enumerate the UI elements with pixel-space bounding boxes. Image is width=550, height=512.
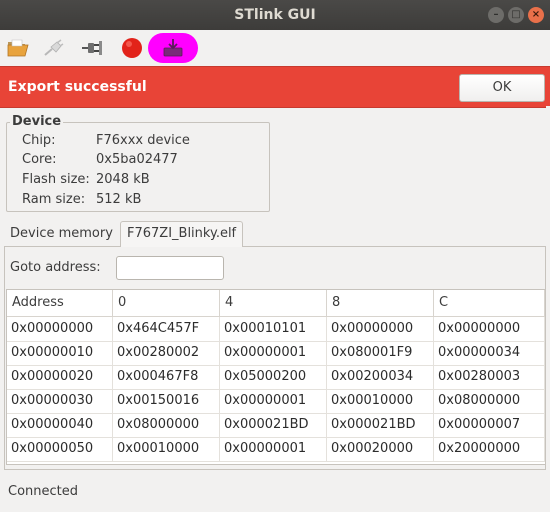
table-cell[interactable]: 0x00000010 [7,341,113,365]
table-cell[interactable]: 0x00010000 [113,437,220,461]
table-cell[interactable]: 0x00000001 [220,389,327,413]
table-row[interactable]: 0x00000010 0x00280002 0x00000001 0x08000… [7,341,545,366]
toolbar [0,30,550,66]
table-cell[interactable]: 0x000467F8 [113,365,220,389]
table-cell[interactable]: 0x05000200 [220,365,327,389]
table-cell[interactable]: 0x080001F9 [327,341,434,365]
window-edge [546,106,550,512]
device-field-label: Ram size: [22,192,86,207]
column-header-4[interactable]: 4 [220,290,327,316]
goto-address-label: Goto address: [10,260,101,275]
table-cell[interactable]: 0x00000001 [220,341,327,365]
disconnect-button[interactable] [40,34,68,62]
table-cell[interactable]: 0x20000000 [434,437,545,461]
table-row[interactable]: 0x00000020 0x000467F8 0x05000200 0x00200… [7,365,545,390]
table-cell[interactable]: 0x00000000 [7,317,113,341]
table-cell[interactable]: 0x00010000 [327,389,434,413]
table-cell[interactable]: 0x00000001 [220,437,327,461]
info-bar: Export successful OK [0,66,550,108]
device-field-label: Flash size: [22,172,90,187]
app-window: STlink GUI – □ × Export successful OK De… [0,0,550,512]
ok-button[interactable]: OK [459,74,545,102]
table-cell[interactable]: 0x464C457F [113,317,220,341]
device-field-value: F76xxx device [96,133,190,148]
stop-button[interactable] [118,34,146,62]
info-message: Export successful [8,79,147,95]
table-cell[interactable]: 0x08000000 [434,389,545,413]
connect-plug-icon [82,41,102,55]
table-cell[interactable]: 0x00200034 [327,365,434,389]
table-row[interactable]: 0x00000030 0x00150016 0x00000001 0x00010… [7,389,545,414]
device-field-label: Core: [22,152,57,167]
window-title: STlink GUI [234,7,316,23]
table-cell[interactable]: 0x00000007 [434,413,545,437]
minimize-button[interactable]: – [488,7,504,23]
device-group-title: Device [10,114,64,129]
device-field-label: Chip: [22,133,56,148]
tab-elf-file[interactable]: F767ZI_Blinky.elf [120,221,244,247]
table-cell[interactable]: 0x08000000 [113,413,220,437]
close-button[interactable]: × [528,7,544,23]
table-cell[interactable]: 0x00000040 [7,413,113,437]
table-cell[interactable]: 0x000021BD [327,413,434,437]
title-bar[interactable]: STlink GUI – □ × [0,0,550,30]
memory-table: Address 0 4 8 C 0x00000000 0x464C457F 0x… [6,289,546,465]
table-row[interactable]: 0x00000040 0x08000000 0x000021BD 0x00002… [7,413,545,438]
column-header-c[interactable]: C [434,290,545,316]
device-field-value: 2048 kB [96,172,150,187]
connect-button[interactable] [78,34,106,62]
maximize-button[interactable]: □ [508,7,524,23]
table-cell[interactable]: 0x00000050 [7,437,113,461]
goto-address-input[interactable] [116,256,224,280]
column-header-8[interactable]: 8 [327,290,434,316]
disconnect-plug-icon [44,39,64,56]
table-cell[interactable]: 0x00280003 [434,365,545,389]
table-cell[interactable]: 0x00000020 [7,365,113,389]
table-cell[interactable]: 0x000021BD [220,413,327,437]
table-cell[interactable]: 0x00150016 [113,389,220,413]
table-row[interactable]: 0x00000050 0x00010000 0x00000001 0x00020… [7,437,545,462]
table-cell[interactable]: 0x00000000 [434,317,545,341]
table-cell[interactable]: 0x00020000 [327,437,434,461]
tab-device-memory[interactable]: Device memory [4,222,119,246]
column-header-0[interactable]: 0 [113,290,220,316]
table-cell[interactable]: 0x00000000 [327,317,434,341]
status-text: Connected [8,484,79,499]
export-button[interactable] [148,33,198,63]
device-field-value: 0x5ba02477 [96,152,178,167]
open-folder-icon [7,39,29,57]
table-cell[interactable]: 0x00000034 [434,341,545,365]
table-header: Address 0 4 8 C [7,290,545,317]
table-cell[interactable]: 0x00280002 [113,341,220,365]
open-button[interactable] [4,34,32,62]
record-stop-icon [122,38,142,58]
column-header-address[interactable]: Address [7,290,113,316]
export-icon [163,39,183,57]
table-cell[interactable]: 0x00000030 [7,389,113,413]
table-cell[interactable]: 0x00010101 [220,317,327,341]
device-field-value: 512 kB [96,192,142,207]
table-row[interactable]: 0x00000000 0x464C457F 0x00010101 0x00000… [7,317,545,342]
